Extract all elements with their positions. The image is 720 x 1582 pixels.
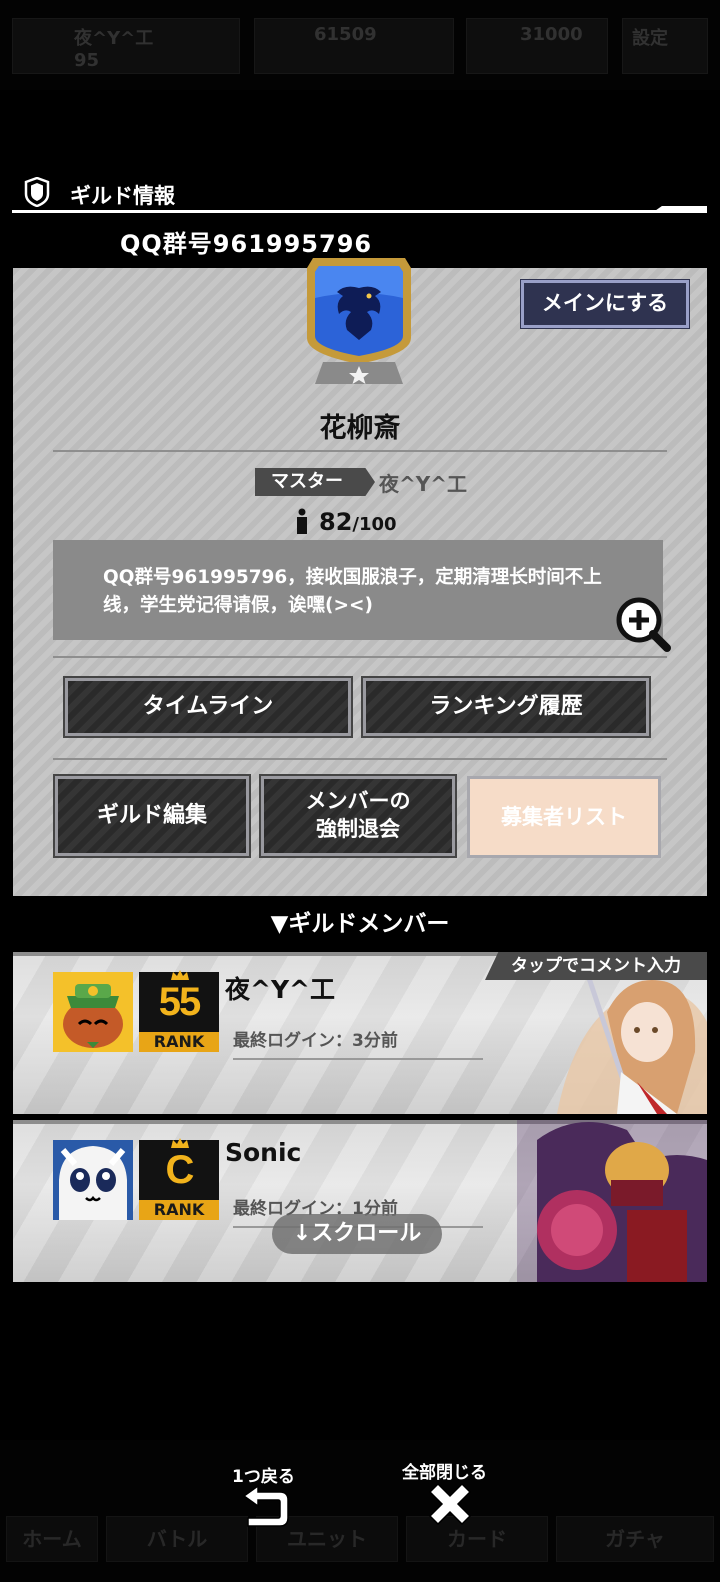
master-tag: マスター	[255, 468, 375, 496]
guild-name: 花柳斎	[319, 413, 401, 444]
recruit-list-button[interactable]: 募集者リスト	[467, 776, 661, 858]
buttons-divider	[53, 758, 667, 760]
background-bottom-nav: ホーム バトル ユニット カード ガチャ	[0, 1440, 720, 1582]
person-icon	[297, 508, 307, 534]
master-name: 夜^Y^工	[379, 472, 467, 496]
bg-gem-value: 31000	[520, 24, 583, 45]
bg-settings-label: 設定	[632, 28, 668, 49]
member-count-max: /100	[352, 514, 397, 535]
character-art-icon	[517, 1120, 707, 1282]
bg-player-level: 95	[74, 50, 100, 71]
member-name: 夜^Y^工	[225, 975, 335, 1004]
avatar	[53, 1140, 133, 1220]
rank-badge: 55 RANK	[139, 970, 219, 1052]
member-card[interactable]: タップでコメント入力 55 RANK 夜^Y^工 最終ログイン：3分前	[13, 952, 707, 1114]
header-rule	[12, 210, 672, 213]
member-last-login: 最終ログイン：3分前	[233, 1031, 398, 1051]
guild-info-panel: メインにする 花柳斎 マスター 夜^Y^工 82/100 QQ群号9619957…	[13, 258, 707, 896]
scroll-hint: ↓スクロール	[272, 1214, 442, 1254]
bg-nav-battle: バトル	[106, 1516, 248, 1562]
shield-icon	[24, 177, 50, 207]
zoom-in-icon[interactable]	[613, 594, 673, 654]
bg-nav-gacha: ガチャ	[556, 1516, 714, 1562]
guild-members-title: ▼ギルドメンバー	[270, 911, 450, 937]
set-main-button[interactable]: メインにする	[520, 279, 690, 329]
timeline-button[interactable]: タイムライン	[63, 676, 353, 738]
close-icon[interactable]	[424, 1478, 476, 1530]
desc-divider	[53, 656, 667, 658]
ranking-history-button[interactable]: ランキング履歴	[361, 676, 651, 738]
avatar	[53, 972, 133, 1052]
rank-label: RANK	[139, 1200, 219, 1220]
guild-info-header: ギルド情報	[12, 172, 707, 216]
back-arrow-icon[interactable]	[240, 1484, 292, 1530]
guild-description: QQ群号961995796，接收国服浪子，定期清理长时间不上线，学生党记得请假，…	[53, 540, 663, 640]
member-underline	[233, 1058, 483, 1060]
member-count: 82/100	[295, 508, 397, 536]
rank-badge: C RANK	[139, 1138, 219, 1220]
rank-value: C	[165, 1148, 195, 1192]
comment-hint-tab: タップでコメント入力	[485, 952, 707, 980]
crown-icon	[171, 970, 189, 980]
background-top-bar: 夜^Y^工 95 61509 31000 設定	[0, 0, 720, 90]
bg-currency-value: 61509	[314, 24, 377, 45]
member-name: Sonic	[225, 1138, 302, 1167]
member-card[interactable]: C RANK Sonic 最終ログイン：1分前	[13, 1120, 707, 1282]
guild-emblem-icon	[307, 258, 411, 384]
header-rule-accent	[652, 206, 707, 213]
bg-player-name: 夜^Y^工	[74, 28, 154, 49]
bg-nav-home: ホーム	[6, 1516, 98, 1562]
guild-edit-button[interactable]: ギルド編集	[53, 774, 251, 858]
guild-subtitle: QQ群号961995796	[120, 230, 373, 258]
rank-label: RANK	[139, 1032, 219, 1052]
header-title: ギルド情報	[70, 184, 175, 208]
force-kick-line2: 強制退会	[316, 817, 400, 841]
name-divider	[53, 450, 667, 452]
force-kick-line1: メンバーの	[305, 789, 411, 813]
member-count-current: 82	[319, 508, 353, 536]
force-kick-member-button[interactable]: メンバーの 強制退会	[259, 774, 457, 858]
rank-value: 55	[158, 980, 202, 1024]
crown-icon	[171, 1138, 189, 1148]
